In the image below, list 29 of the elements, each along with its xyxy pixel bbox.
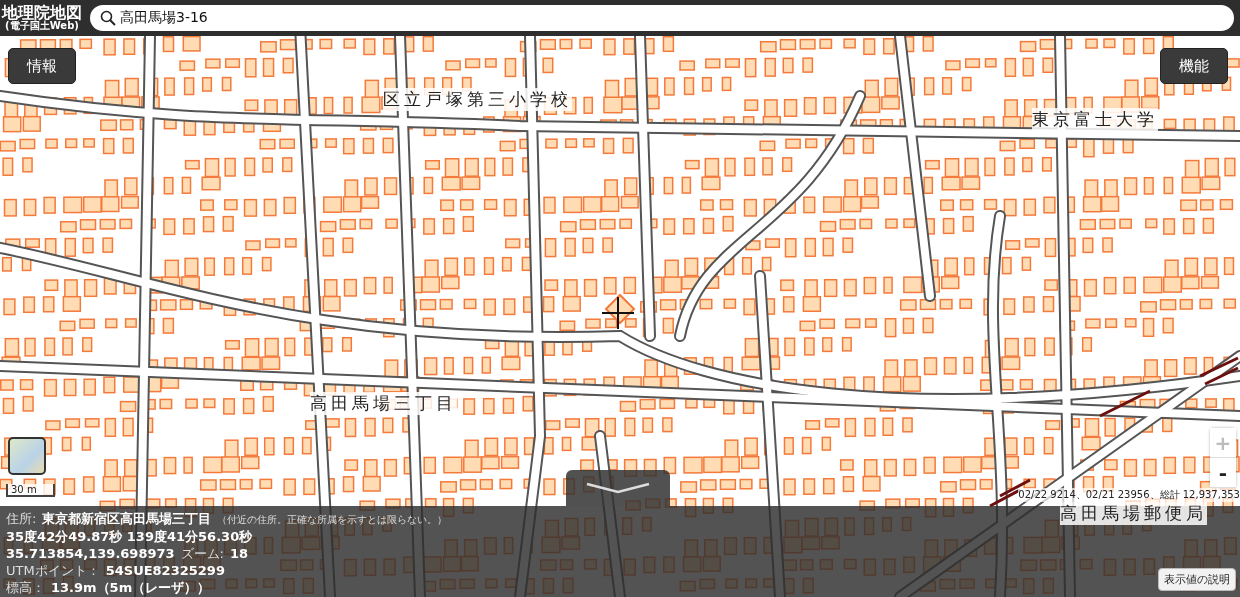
elevation-value: 13.9m（5m（レーザ）） bbox=[51, 579, 211, 596]
map-label: 東京富士大学 bbox=[1032, 108, 1158, 131]
access-counter: 02/22 9214、02/21 23956、総計 12,937,353 bbox=[1018, 488, 1240, 502]
decimal-coordinates: 35.713854,139.698973 bbox=[6, 545, 175, 562]
zoom-out-button[interactable]: - bbox=[1210, 458, 1236, 488]
chevron-down-icon bbox=[586, 482, 650, 494]
map-label: 高田馬場郵便局 bbox=[1060, 502, 1207, 525]
help-button[interactable]: 表示値の説明 bbox=[1158, 568, 1236, 591]
search-icon bbox=[100, 10, 116, 26]
zoom-label: ズーム: bbox=[180, 545, 224, 562]
map-label: 区立戸塚第三小学校 bbox=[383, 88, 572, 111]
logo-subtitle: (電子国土Web) bbox=[5, 21, 79, 31]
address-note: （付近の住所。正確な所属を示すとは限らない。） bbox=[217, 513, 448, 527]
utm-value: 54SUE82325299 bbox=[105, 562, 225, 579]
logo-title: 地理院地図 bbox=[2, 5, 82, 21]
functions-button[interactable]: 機能 bbox=[1160, 48, 1228, 84]
panel-toggle-button[interactable] bbox=[566, 470, 670, 506]
utm-label: UTMポイント： bbox=[6, 562, 100, 579]
address-label: 住所: bbox=[6, 510, 37, 527]
zoom-value: 18 bbox=[230, 545, 249, 562]
search-field[interactable]: 高田馬場3-16 bbox=[90, 5, 1234, 31]
info-button[interactable]: 情報 bbox=[8, 48, 76, 84]
dms-coordinates: 35度42分49.87秒 139度41分56.30秒 bbox=[6, 528, 253, 545]
scale-bar: 30 m bbox=[6, 484, 55, 497]
layer-thumbnail[interactable] bbox=[8, 437, 46, 475]
address-value: 東京都新宿区高田馬場三丁目 bbox=[42, 510, 212, 527]
elevation-label: 標高： bbox=[6, 579, 45, 596]
crosshair-icon bbox=[602, 297, 634, 329]
map-label: 高田馬場三丁目 bbox=[310, 392, 457, 415]
